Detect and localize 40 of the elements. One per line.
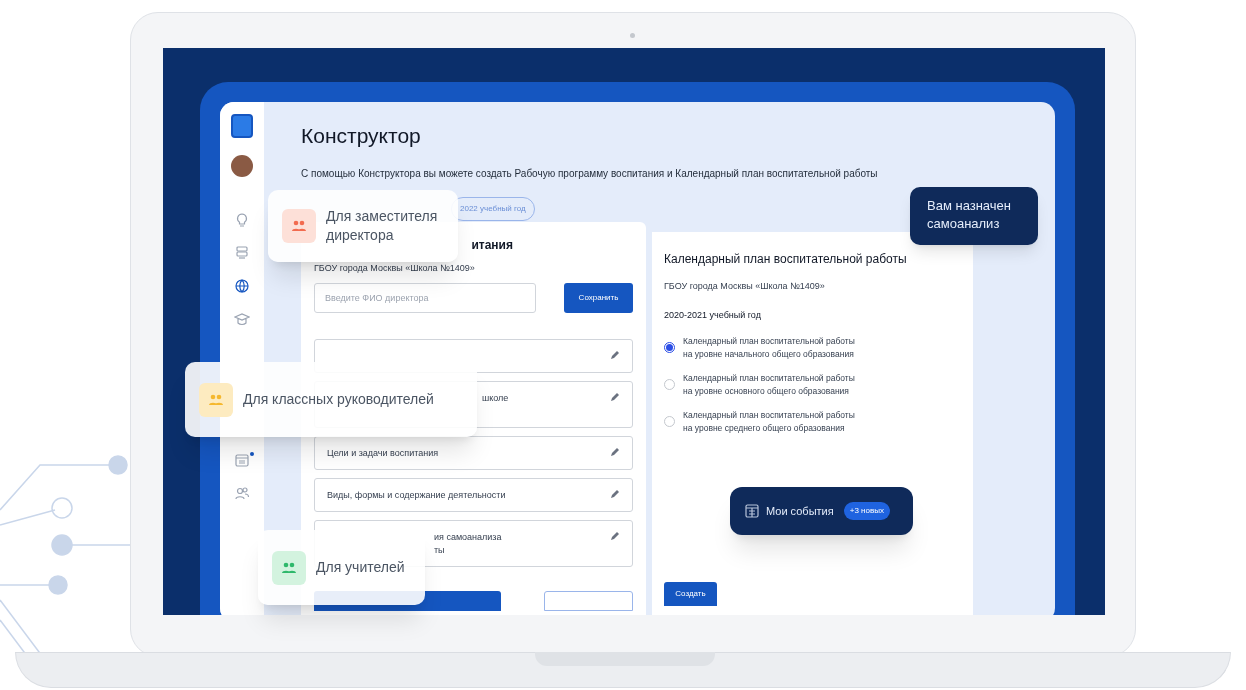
audience-label: Для заместителя директора [326,207,438,245]
option-label: Календарный план воспитательной работы на уровне начального общего образования [683,334,855,361]
option-label: Календарный план воспитательной работы на уровне основного общего образования [683,371,855,398]
director-name-field[interactable]: Введите ФИО директора [314,283,536,313]
pencil-icon[interactable] [610,392,620,402]
audience-label: Для классных руководителей [243,390,434,409]
save-button[interactable]: Сохранить [564,283,633,313]
card-title: Календарный план воспитательной работы [664,250,908,268]
pencil-icon[interactable] [610,447,620,457]
calendar-icon[interactable] [234,452,250,468]
pencil-icon[interactable] [610,489,620,499]
section-label: ия самоанализа [434,531,502,544]
pencil-icon[interactable] [610,531,620,541]
school-year: 2020-2021 учебный год [664,309,762,322]
stack-icon[interactable] [234,245,250,261]
section-row[interactable]: Виды, формы и содержание деятельности [314,478,633,512]
secondary-button[interactable] [544,591,633,611]
radio-button[interactable] [664,342,675,353]
people-icon[interactable] [234,485,250,501]
pencil-icon[interactable] [610,350,620,360]
school-name: ГБОУ города Москвы «Школа №1409» [664,279,826,293]
new-events-badge: +3 новых [843,502,890,520]
card-title-fragment: итания [471,236,513,254]
create-button[interactable]: Создать [664,581,717,606]
avatar [231,155,253,177]
section-label: ты [434,544,446,557]
page-description: С помощью Конструктора вы можете создать Рабочую программу воспитания и Календарный план воспитательной работы [301,166,879,181]
lightbulb-icon[interactable] [234,212,250,228]
events-button[interactable]: Мои события +3 новых [730,487,913,535]
option-label: Календарный план воспитательной работы на уровне среднего общего образования [683,408,855,435]
globe-icon[interactable] [234,278,250,294]
school-name: ГБОУ города Москвы «Школа №1409» [314,261,476,275]
page-title: Конструктор [301,123,422,149]
graduation-cap-icon[interactable] [234,311,250,327]
calendar-icon [744,503,760,519]
section-label: Цели и задачи воспитания [327,447,439,460]
section-label: Виды, формы и содержание деятельности [327,489,506,502]
section-label: школе [482,392,509,405]
app-logo-icon [231,114,253,138]
notification-tooltip: Вам назначен самоанализ [910,187,1038,245]
